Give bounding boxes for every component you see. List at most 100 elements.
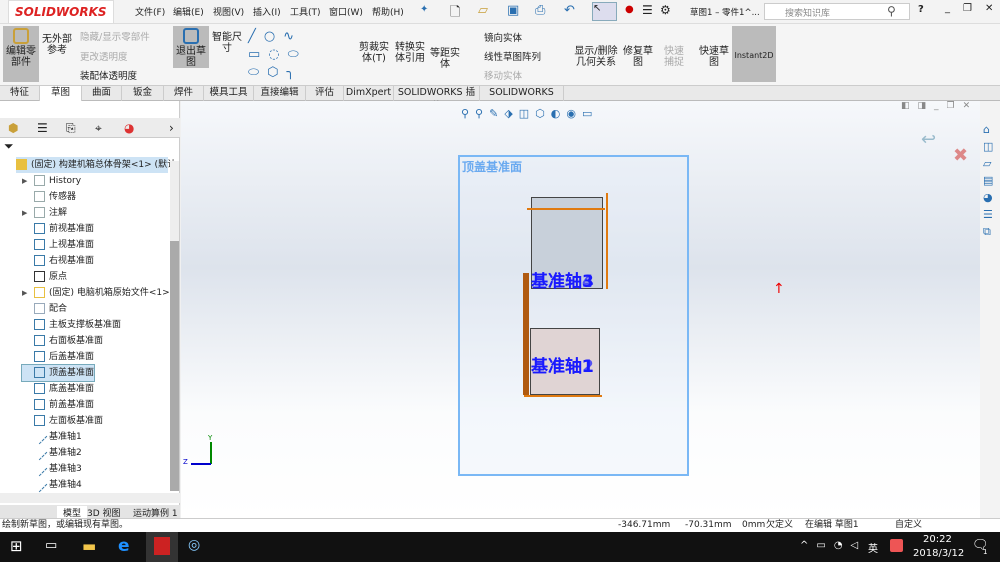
axis-line[interactable]: [527, 208, 605, 210]
window-controls[interactable]: ◧◨_❐✕: [901, 101, 978, 111]
select-pointer-icon[interactable]: ↖: [592, 2, 617, 21]
tree-item[interactable]: 前视基准面: [22, 221, 94, 237]
linear-sketch-pattern[interactable]: 线性草图阵列: [484, 49, 541, 63]
search-icon[interactable]: ⚲: [887, 4, 896, 18]
tab-solidworks-mbd[interactable]: SOLIDWORKS MBD: [480, 86, 564, 112]
heads-up-view-toolbar[interactable]: ⚲⚲✎⬗◫⬡◐◉▭: [461, 107, 701, 120]
horizontal-scrollbar[interactable]: [0, 493, 180, 503]
clock-time[interactable]: 20:22: [923, 534, 952, 545]
change-transparency[interactable]: 更改透明度: [80, 49, 128, 63]
undo-icon[interactable]: ↶: [564, 3, 575, 18]
tree-item[interactable]: 底盖基准面: [22, 381, 94, 397]
smart-dimension-button[interactable]: 智能尺寸: [211, 32, 243, 54]
tab-dimxpert[interactable]: DimXpert: [344, 86, 394, 101]
axis-line[interactable]: [524, 395, 602, 397]
tree-item[interactable]: ▶ History: [22, 173, 81, 189]
tree-item[interactable]: 配合: [22, 301, 67, 317]
axis-line[interactable]: [606, 193, 608, 289]
menu-view[interactable]: 视图(V): [213, 5, 244, 18]
tree-item[interactable]: 前盖基准面: [22, 397, 94, 413]
tree-item[interactable]: 后盖基准面: [22, 349, 94, 365]
offset-entities-button[interactable]: 等距实体: [430, 48, 460, 70]
menu-window[interactable]: 窗口(W): [329, 5, 363, 18]
tree-item[interactable]: 右视基准面: [22, 253, 94, 269]
tree-item[interactable]: ▶ 注解: [22, 205, 67, 221]
clock-date[interactable]: 2018/3/12: [913, 548, 964, 559]
save-icon[interactable]: ▣: [507, 3, 519, 18]
tree-item[interactable]: 左面板基准面: [22, 413, 103, 429]
units-selector[interactable]: 自定义: [895, 519, 922, 532]
configurationmanager-tab-icon[interactable]: ⎘: [66, 118, 76, 138]
print-icon[interactable]: ⎙: [535, 3, 545, 18]
exit-sketch-button[interactable]: 退出草图: [173, 26, 209, 68]
tree-item[interactable]: 基准轴2: [22, 444, 82, 461]
tree-item[interactable]: 传感器: [22, 189, 76, 205]
gear-icon[interactable]: ⚙: [660, 3, 671, 17]
no-external-refs-button[interactable]: 无外部参考: [42, 34, 72, 56]
tree-item[interactable]: 原点: [22, 269, 67, 285]
tree-scrollbar[interactable]: [170, 161, 179, 491]
help-icon[interactable]: ?: [918, 4, 924, 15]
filter-icon[interactable]: ⏷: [4, 139, 14, 154]
rapid-sketch-button[interactable]: 快速草图: [698, 46, 730, 68]
tree-item[interactable]: 上视基准面: [22, 237, 94, 253]
tree-item[interactable]: 基准轴3: [22, 460, 82, 477]
confirm-corner-icon[interactable]: ↩: [921, 129, 936, 150]
pin-icon[interactable]: ✦: [420, 4, 428, 15]
minimize-button[interactable]: _: [945, 3, 950, 14]
tab-solidworks-addins[interactable]: SOLIDWORKS 插件: [394, 86, 480, 112]
close-button[interactable]: ✕: [985, 3, 993, 14]
tab-weldments[interactable]: 焊件: [164, 86, 204, 101]
display-manager-tab-icon[interactable]: ◕: [124, 118, 134, 138]
convert-entities-button[interactable]: 转换实体引用: [393, 42, 427, 64]
move-entities[interactable]: 移动实体: [484, 68, 522, 82]
exit-sketch-corner-icon[interactable]: ✖: [953, 145, 968, 166]
file-explorer-icon[interactable]: ▬: [82, 537, 96, 555]
tab-sketch[interactable]: 草图: [40, 86, 82, 101]
sketch-entities-group[interactable]: ╱○∿ ▭◌⬭ ⬭⬡╮: [248, 28, 358, 82]
tree-item[interactable]: 基准轴1: [22, 428, 82, 445]
mirror-entities[interactable]: 镜向实体: [484, 30, 522, 44]
trim-entities-button[interactable]: 剪裁实体(T): [358, 42, 390, 64]
tree-item[interactable]: ▶ (固定) 电脑机箱原始文件<1>: [22, 285, 170, 301]
tree-root[interactable]: (固定) 构建机箱总体骨架<1> (默认: [16, 157, 176, 173]
tree-item[interactable]: 右面板基准面: [22, 333, 103, 349]
graphics-area[interactable]: ⚲⚲✎⬗◫⬡◐◉▭ ◧◨_❐✕ ↩ ✖ 顶盖基准面 基准轴3 基准轴4 基准轴1…: [181, 101, 980, 518]
featuremanager-tab-icon[interactable]: ⬢: [8, 118, 18, 138]
expand-arrow-icon[interactable]: ▶: [22, 173, 34, 189]
assembly-transparency[interactable]: 装配体透明度: [80, 68, 137, 82]
tray-icons[interactable]: ^▭◔◁: [800, 540, 866, 551]
tab-mold-tools[interactable]: 模具工具: [204, 86, 254, 101]
tree-item[interactable]: 主板支撑板基准面: [22, 317, 121, 333]
menu-tools[interactable]: 工具(T): [290, 5, 321, 18]
ime-indicator[interactable]: 英: [868, 540, 878, 555]
task-view-icon[interactable]: ▭: [45, 538, 57, 553]
propertymanager-tab-icon[interactable]: ☰: [37, 118, 48, 138]
tab-sheet-metal[interactable]: 钣金: [122, 86, 164, 101]
edge-icon[interactable]: e: [118, 536, 130, 556]
display-delete-relations-button[interactable]: 显示/删除几何关系: [574, 46, 618, 68]
expand-arrow-icon[interactable]: ▶: [22, 205, 34, 221]
hide-show-components[interactable]: 隐藏/显示零部件: [80, 29, 150, 43]
tab-features[interactable]: 特征: [0, 86, 40, 101]
expand-arrow-icon[interactable]: ›: [169, 118, 174, 138]
tab-evaluate[interactable]: 评估: [306, 86, 344, 101]
tree-item[interactable]: 基准轴4: [22, 476, 82, 493]
menu-help[interactable]: 帮助(H): [372, 5, 404, 18]
solidworks-taskbar-icon[interactable]: [146, 532, 178, 562]
expand-arrow-icon[interactable]: ▶: [22, 285, 34, 301]
menu-edit[interactable]: 编辑(E): [173, 5, 204, 18]
app-taskbar-icon[interactable]: ◎: [188, 537, 200, 553]
sogou-icon[interactable]: [890, 539, 903, 552]
axis-line[interactable]: [523, 273, 529, 395]
open-folder-icon[interactable]: ▱: [478, 3, 488, 18]
dimxpert-tab-icon[interactable]: ⌖: [95, 118, 102, 138]
windows-start-icon[interactable]: ⊞: [10, 537, 23, 555]
file-properties-icon[interactable]: ☰: [642, 3, 653, 17]
tab-direct-edit[interactable]: 直接编辑: [254, 86, 306, 101]
task-pane-icons[interactable]: ⌂ ◫ ▱ ▤ ◕ ☰ ⧉: [983, 121, 998, 240]
repair-sketch-button[interactable]: 修复草图: [622, 46, 654, 68]
menu-insert[interactable]: 插入(I): [253, 5, 281, 18]
instant2d-button[interactable]: Instant2D: [732, 26, 776, 82]
search-input[interactable]: 搜索知识库 ⚲: [764, 3, 910, 20]
